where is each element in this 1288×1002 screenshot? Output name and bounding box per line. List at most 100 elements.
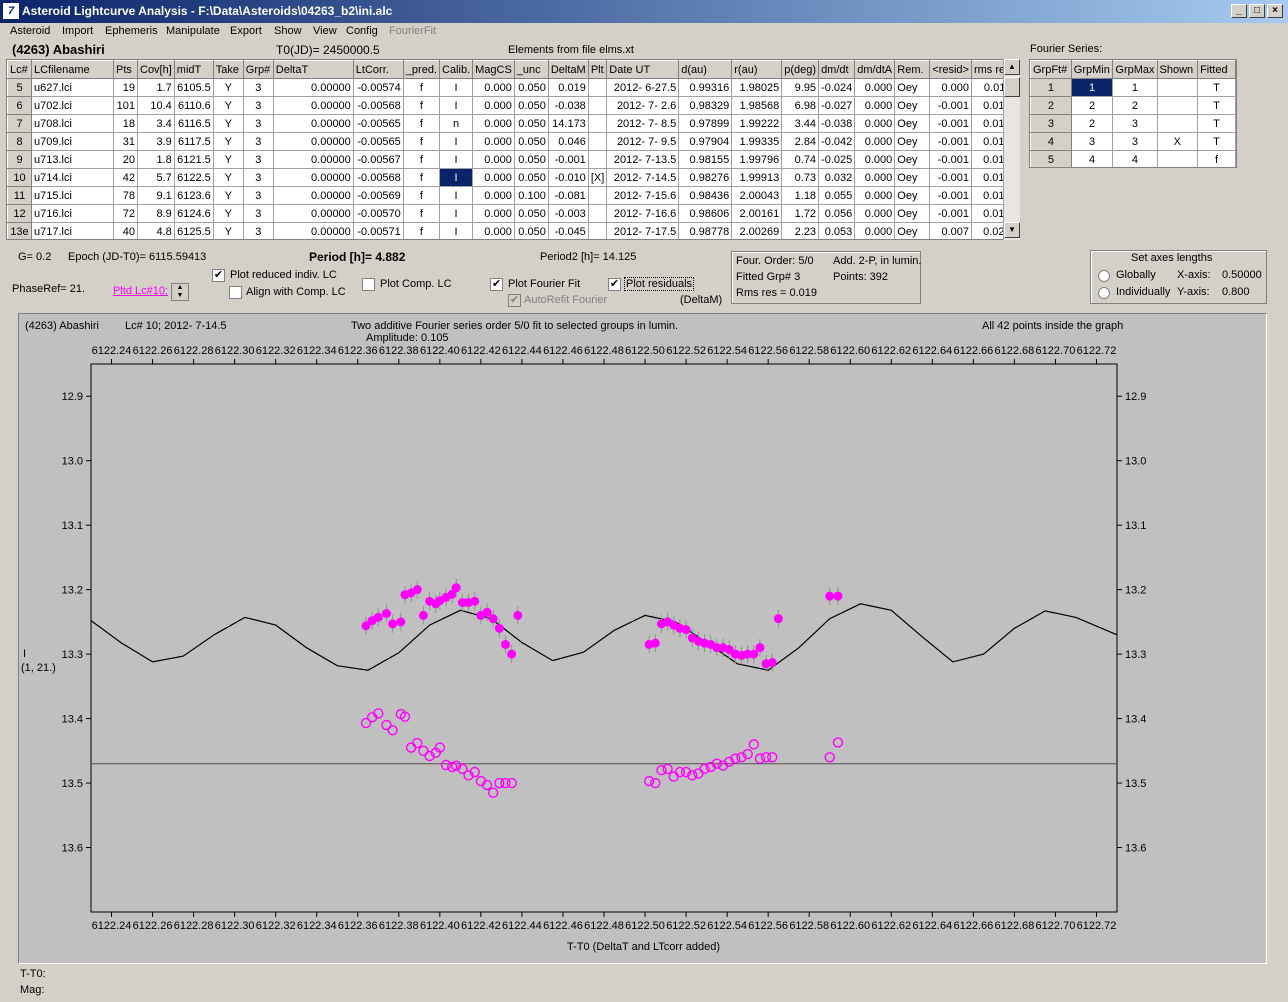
table-cell[interactable]: -0.001 [929,96,972,115]
table-cell[interactable]: Y [212,132,244,151]
table-cell[interactable] [587,96,608,115]
column-header[interactable]: <resid> [929,60,972,79]
table-cell[interactable]: 0.000 [929,78,972,97]
table-cell[interactable]: 31 [113,132,138,151]
column-header[interactable]: Plt [587,60,608,79]
table-cell[interactable]: 0.050 [513,204,549,223]
table-cell[interactable]: u708.lci [31,114,114,133]
table-cell[interactable]: 1.99222 [731,114,783,133]
table-cell[interactable]: 0.050 [513,150,549,169]
table-cell[interactable]: 0.000 [472,150,515,169]
table-cell[interactable]: Oey [894,168,931,187]
table-cell[interactable]: 0.00000 [272,168,354,187]
table-cell[interactable]: 0.000 [472,204,515,223]
table-cell[interactable] [587,186,608,205]
fourier-cell[interactable] [1156,150,1199,167]
table-cell[interactable]: 0.00000 [272,78,354,97]
column-header[interactable]: dm/dt [818,60,856,79]
table-cell[interactable]: 0.98436 [678,186,733,205]
table-cell[interactable]: 6121.5 [173,150,214,169]
table-row[interactable]: 8 u709.lci 31 3.9 6117.5 Y 3 0.00000 -0.00565 f I 0… [7,132,1014,151]
table-cell[interactable]: -0.003 [547,204,589,223]
table-cell[interactable]: 0.050 [513,222,549,239]
table-cell[interactable]: -0.001 [929,204,972,223]
table-cell[interactable]: Oey [894,78,931,97]
menu-export[interactable]: Export [230,25,262,37]
table-row[interactable]: 10 u714.lci 42 5.7 6122.5 Y 3 0.00000 -0.00568 f I… [7,168,1014,187]
table-cell[interactable]: n [438,114,474,133]
table-cell[interactable]: 6.98 [781,96,820,115]
table-cell[interactable]: 2.00161 [731,204,783,223]
row-number-cell[interactable]: 8 [7,132,32,151]
table-cell[interactable]: 2012- 7-16.6 [606,204,680,223]
column-header[interactable]: d(au) [678,60,733,79]
spinner-up-icon[interactable]: ▲ [172,284,188,292]
table-cell[interactable]: 72 [113,204,138,223]
column-header[interactable]: DeltaM [547,60,589,79]
table-cell[interactable]: 2012- 7-17.5 [606,222,680,239]
table-cell[interactable]: I [438,222,474,239]
table-cell[interactable]: 0.000 [854,114,896,133]
column-header[interactable]: MagCS [472,60,515,79]
column-header[interactable]: midT [173,60,214,79]
table-cell[interactable]: -0.042 [818,132,856,151]
table-cell[interactable]: 2012- 7- 8.5 [606,114,680,133]
spinner-down-icon[interactable]: ▼ [172,292,188,300]
table-row[interactable]: 6 u702.lci 101 10.4 6110.6 Y 3 0.00000 -0.00568 f… [7,96,1014,115]
fourier-cell[interactable]: X [1156,132,1199,151]
fourier-group-number[interactable]: 2 [1030,96,1072,115]
table-cell[interactable] [587,114,608,133]
table-cell[interactable]: -0.001 [929,150,972,169]
table-cell[interactable]: f [402,132,441,151]
close-icon[interactable]: × [1267,4,1283,18]
individually-radio[interactable] [1098,287,1110,299]
fourier-row[interactable]: 222T [1030,96,1236,115]
table-row[interactable]: 9 u713.lci 20 1.8 6121.5 Y 3 0.00000 -0.00567 f I 0… [7,150,1014,169]
table-cell[interactable]: 0.007 [929,222,972,239]
column-header[interactable]: dm/dtA [854,60,896,79]
table-cell[interactable]: 2.23 [781,222,820,239]
menu-view[interactable]: View [313,25,337,37]
fourier-cell[interactable]: 3 [1112,114,1158,133]
table-cell[interactable]: 1.8 [137,150,175,169]
fourier-cell[interactable]: 2 [1112,96,1158,115]
table-cell[interactable]: -0.00565 [352,114,404,133]
fourier-cell[interactable]: f [1197,150,1236,167]
menu-manipulate[interactable]: Manipulate [166,25,220,37]
plot-residuals-checkbox[interactable]: ✔ [608,278,621,291]
table-cell[interactable]: 42 [113,168,138,187]
table-cell[interactable]: -0.001 [929,114,972,133]
table-cell[interactable]: 0.00000 [272,132,354,151]
table-cell[interactable]: -0.00568 [352,96,404,115]
column-header[interactable]: _unc [513,60,549,79]
pltd-lc-link[interactable]: Pltd Lc#10: [113,285,168,297]
table-cell[interactable]: u714.lci [31,168,114,187]
scroll-up-icon[interactable]: ▲ [1004,59,1020,75]
period2-value[interactable]: Period2 [h]= 14.125 [540,251,636,263]
table-cell[interactable]: Oey [894,204,931,223]
fourier-row[interactable]: 111T [1030,78,1236,97]
table-cell[interactable]: 0.000 [854,204,896,223]
table-cell[interactable]: 1.98568 [731,96,783,115]
table-cell[interactable]: 6110.6 [173,96,214,115]
table-cell[interactable]: 0.053 [818,222,856,239]
table-cell[interactable]: 2012- 7-14.5 [606,168,680,187]
table-cell[interactable]: f [402,114,441,133]
table-cell[interactable]: Y [212,204,244,223]
fourier-column-header[interactable]: GrpFt# [1030,60,1072,79]
fourier-column-header[interactable]: GrpMax [1112,60,1158,79]
fourier-cell[interactable]: 3 [1112,132,1158,151]
table-cell[interactable]: 3 [242,78,274,97]
table-row[interactable]: 12 u716.lci 72 8.9 6124.6 Y 3 0.00000 -0.00570 f I… [7,204,1014,223]
column-header[interactable]: Lc# [7,60,32,79]
column-header[interactable]: Cov[h] [137,60,175,79]
table-cell[interactable]: u713.lci [31,150,114,169]
table-cell[interactable]: 0.019 [547,78,589,97]
table-cell[interactable]: 0.050 [513,78,549,97]
table-cell[interactable]: Y [212,78,244,97]
table-cell[interactable]: u717.lci [31,222,114,239]
table-cell[interactable]: -0.024 [818,78,856,97]
lc-spinner[interactable]: ▲ ▼ [171,283,189,301]
menu-ephemeris[interactable]: Ephemeris [105,25,158,37]
table-cell[interactable]: 0.046 [547,132,589,151]
